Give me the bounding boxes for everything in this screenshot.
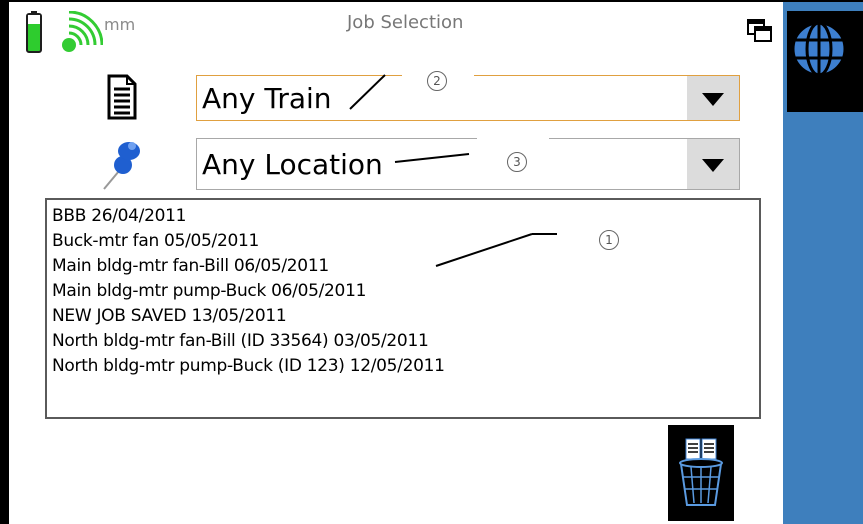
- train-dropdown-button[interactable]: [687, 76, 739, 120]
- screen: mm Job Selection Any Train Any Location …: [0, 0, 863, 524]
- battery-icon: [26, 11, 42, 53]
- callout-1-box: 1: [567, 212, 643, 264]
- list-item[interactable]: North bldg-mtr pump-Buck (ID 123) 12/05/…: [52, 354, 759, 379]
- main-panel: mm Job Selection Any Train Any Location …: [9, 2, 783, 524]
- location-select[interactable]: Any Location: [196, 138, 740, 190]
- train-select-value: Any Train: [202, 82, 332, 115]
- globe-icon: [791, 21, 847, 77]
- location-select-value: Any Location: [202, 148, 383, 181]
- globe-button[interactable]: [787, 11, 863, 112]
- list-item[interactable]: BBB 26/04/2011: [52, 204, 759, 229]
- page-title: Job Selection: [347, 12, 464, 33]
- pushpin-icon: [103, 142, 140, 190]
- document-icon: [107, 74, 137, 120]
- list-item[interactable]: Main bldg-mtr fan-Bill 06/05/2011: [52, 254, 759, 279]
- callout-2-box: 2: [402, 54, 474, 104]
- recycle-bin-icon: [679, 438, 723, 506]
- wifi-signal-icon: [62, 11, 103, 52]
- list-item[interactable]: NEW JOB SAVED 13/05/2011: [52, 304, 759, 329]
- window-icon[interactable]: [747, 19, 773, 43]
- job-list[interactable]: BBB 26/04/2011 Buck-mtr fan 05/05/2011 M…: [45, 198, 761, 419]
- callout-3-box: 3: [477, 134, 549, 186]
- list-item[interactable]: Buck-mtr fan 05/05/2011: [52, 229, 759, 254]
- callout-1: 1: [599, 230, 619, 250]
- chevron-down-icon: [702, 93, 724, 106]
- list-item[interactable]: Main bldg-mtr pump-Buck 06/05/2011: [52, 279, 759, 304]
- chevron-down-icon: [702, 159, 724, 172]
- signal-label: mm: [104, 15, 136, 34]
- callout-2: 2: [427, 71, 447, 91]
- location-dropdown-button[interactable]: [687, 139, 739, 189]
- callout-3: 3: [507, 152, 527, 172]
- delete-job-button[interactable]: [668, 425, 734, 521]
- list-item[interactable]: North bldg-mtr fan-Bill (ID 33564) 03/05…: [52, 329, 759, 354]
- sidebar: [783, 2, 863, 524]
